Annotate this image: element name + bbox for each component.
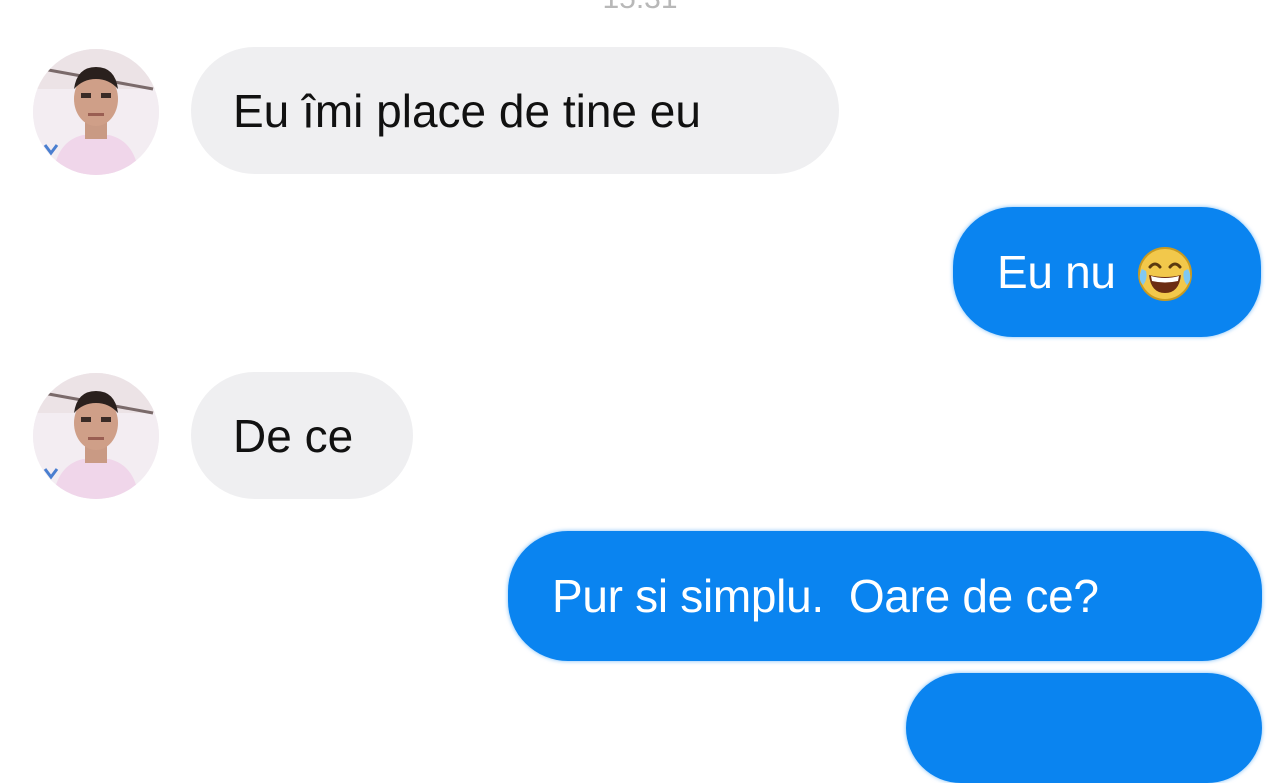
message-text: Pur si simplu. Oare de ce? <box>552 570 1099 622</box>
person-photo-icon <box>33 373 159 499</box>
message-bubble-incoming[interactable]: De ce <box>191 372 413 499</box>
message-timestamp: 15:31 <box>0 0 1280 16</box>
person-photo-icon <box>33 49 159 175</box>
face-with-tears-of-joy-icon <box>1136 245 1194 303</box>
message-bubble-outgoing[interactable] <box>906 673 1262 783</box>
message-bubble-outgoing[interactable]: Pur si simplu. Oare de ce? <box>508 531 1262 661</box>
message-bubble-incoming[interactable]: Eu îmi place de tine eu <box>191 47 839 174</box>
message-text: Eu nu <box>997 246 1116 298</box>
contact-avatar[interactable] <box>33 49 159 175</box>
message-bubble-outgoing[interactable]: Eu nu <box>953 207 1261 337</box>
message-text: De ce <box>233 409 354 462</box>
message-text: Eu îmi place de tine eu <box>233 84 701 137</box>
contact-avatar[interactable] <box>33 373 159 499</box>
